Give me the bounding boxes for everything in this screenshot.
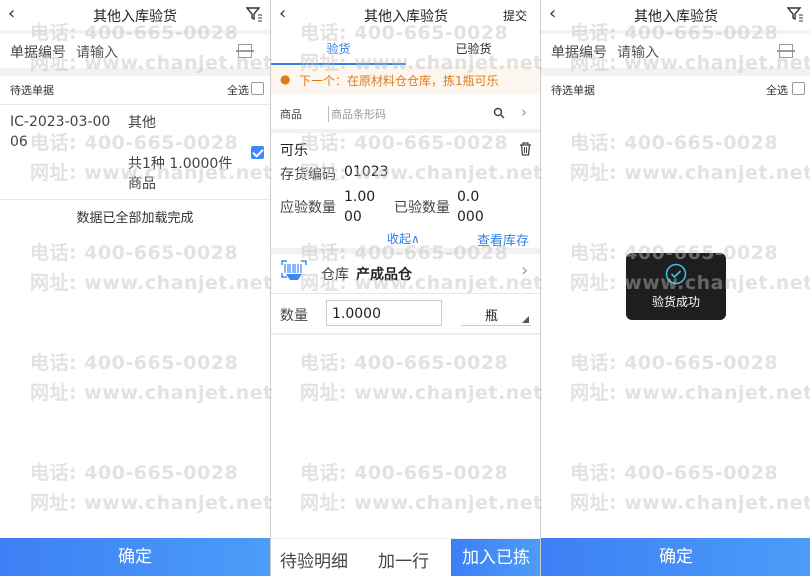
check-circle-icon bbox=[665, 263, 687, 285]
qty-input[interactable]: 1.0000 bbox=[326, 300, 442, 326]
expected-qty-value: 1.00 bbox=[344, 189, 376, 205]
warehouse-label: 仓库 bbox=[321, 267, 349, 283]
list-header: 待选单据 全选 bbox=[0, 76, 270, 102]
doc-summary: 共1种 1.0000件 bbox=[128, 156, 233, 172]
expected-qty-label: 应验数量 bbox=[280, 200, 336, 216]
chevron-right-icon[interactable]: › bbox=[521, 260, 528, 281]
success-toast: 验货成功 bbox=[626, 253, 726, 320]
next-hint: 下一个：在原材料仓仓库，拣1瓶可乐 bbox=[299, 74, 499, 88]
page-title: 其他入库验货 bbox=[634, 9, 718, 25]
list-header: 待选单据 全选 bbox=[541, 76, 810, 102]
doc-summary-cont: 商品 bbox=[128, 176, 156, 192]
quantity-row: 数量 1.0000 瓶 bbox=[271, 295, 540, 331]
trash-icon[interactable] bbox=[519, 142, 532, 156]
doc-no-input[interactable]: 请输入 bbox=[617, 42, 659, 62]
tab-inspected[interactable]: 已验货 bbox=[406, 40, 540, 57]
confirm-button[interactable]: 确定 bbox=[541, 538, 810, 576]
code-value: 01023 bbox=[344, 164, 389, 180]
doc-id-cont: 06 bbox=[10, 134, 28, 150]
list-item[interactable]: IC-2023-03-00 06 其他 共1种 1.0000件 商品 bbox=[0, 105, 270, 199]
unit-value: 瓶 bbox=[485, 309, 499, 324]
item-checkbox[interactable] bbox=[251, 146, 264, 159]
page-title: 其他入库验货 bbox=[364, 9, 448, 25]
barcode-scan-icon[interactable] bbox=[280, 259, 308, 283]
filter-icon[interactable] bbox=[787, 6, 803, 22]
warehouse-value: 产成品仓 bbox=[356, 267, 412, 283]
select-all-label: 全选 bbox=[227, 84, 249, 97]
product-name: 可乐 bbox=[280, 143, 308, 159]
unit-select[interactable]: 瓶 bbox=[461, 300, 531, 326]
doc-no-input[interactable]: 请输入 bbox=[76, 42, 118, 62]
screen-success: ‹ 其他入库验货 单据编号 请输入 待选单据 全选 验货成功 确定 bbox=[540, 0, 810, 576]
list-title: 待选单据 bbox=[10, 84, 54, 97]
chevron-right-icon[interactable]: › bbox=[521, 103, 527, 121]
header: ‹ 其他入库验货 提交 bbox=[271, 0, 540, 30]
doc-no-field[interactable]: 单据编号 请输入 bbox=[0, 34, 270, 68]
divider bbox=[0, 68, 270, 76]
tab-bar: 验货 已验货 bbox=[271, 34, 540, 65]
expected-qty-value-cont: 00 bbox=[344, 209, 362, 225]
collapse-link[interactable]: 收起∧ bbox=[387, 230, 420, 247]
barcode-row: 商品 商品条形码 › bbox=[271, 97, 540, 129]
header: ‹ 其他入库验货 bbox=[0, 0, 270, 30]
add-to-picked-button[interactable]: 加入已拣 bbox=[451, 539, 540, 576]
warehouse-row[interactable]: 仓库 产成品仓 › bbox=[271, 254, 540, 292]
scan-icon[interactable] bbox=[777, 44, 795, 58]
checked-qty-value-cont: 000 bbox=[457, 209, 484, 225]
tab-indicator bbox=[271, 63, 406, 65]
divider bbox=[541, 68, 810, 76]
code-label: 存货编码 bbox=[280, 167, 336, 183]
confirm-button[interactable]: 确定 bbox=[0, 538, 270, 576]
hint-bar: ● 下一个：在原材料仓仓库，拣1瓶可乐 bbox=[271, 66, 540, 94]
doc-no-label: 单据编号 bbox=[10, 45, 66, 61]
add-row-button[interactable]: 加一行 bbox=[378, 547, 429, 572]
product-card: 可乐 存货编码 01023 应验数量 1.00 00 已验数量 0.0 000 … bbox=[271, 134, 540, 249]
screen-inspection: ‹ 其他入库验货 提交 验货 已验货 ● 下一个：在原材料仓仓库，拣1瓶可乐 商… bbox=[270, 0, 540, 576]
doc-id: IC-2023-03-00 bbox=[10, 114, 111, 130]
qty-label: 数量 bbox=[280, 308, 308, 324]
submit-button[interactable]: 提交 bbox=[503, 7, 527, 24]
barcode-input[interactable]: 商品条形码 bbox=[328, 106, 386, 122]
list-title: 待选单据 bbox=[551, 84, 595, 97]
divider bbox=[271, 333, 540, 335]
checked-qty-label: 已验数量 bbox=[394, 200, 450, 216]
doc-type: 其他 bbox=[128, 115, 156, 131]
doc-no-label: 单据编号 bbox=[551, 45, 607, 61]
checked-qty-value: 0.0 bbox=[457, 189, 480, 205]
tab-inspect[interactable]: 验货 bbox=[271, 40, 406, 57]
select-all-checkbox[interactable] bbox=[251, 82, 264, 95]
divider bbox=[271, 129, 540, 133]
page-title: 其他入库验货 bbox=[93, 9, 177, 25]
doc-no-field[interactable]: 单据编号 请输入 bbox=[541, 34, 810, 68]
screen-document-list: ‹ 其他入库验货 单据编号 请输入 待选单据 全选 IC-2023-03-00 … bbox=[0, 0, 270, 576]
loaded-text: 数据已全部加载完成 bbox=[76, 211, 194, 226]
filter-icon[interactable] bbox=[246, 6, 262, 22]
header: ‹ 其他入库验货 bbox=[541, 0, 810, 30]
pending-details-button[interactable]: 待验明细 bbox=[280, 547, 348, 572]
toast-text: 验货成功 bbox=[651, 295, 700, 309]
product-label: 商品 bbox=[280, 108, 302, 121]
bottom-bar: 待验明细 加一行 加入已拣 bbox=[271, 538, 540, 576]
location-pin-icon: ● bbox=[280, 72, 291, 86]
scan-icon[interactable] bbox=[236, 44, 254, 58]
select-all-label: 全选 bbox=[766, 84, 788, 97]
search-icon[interactable] bbox=[493, 107, 505, 119]
dropdown-icon bbox=[522, 316, 529, 323]
view-stock-link[interactable]: 查看库存 bbox=[477, 230, 529, 249]
select-all-checkbox[interactable] bbox=[792, 82, 805, 95]
